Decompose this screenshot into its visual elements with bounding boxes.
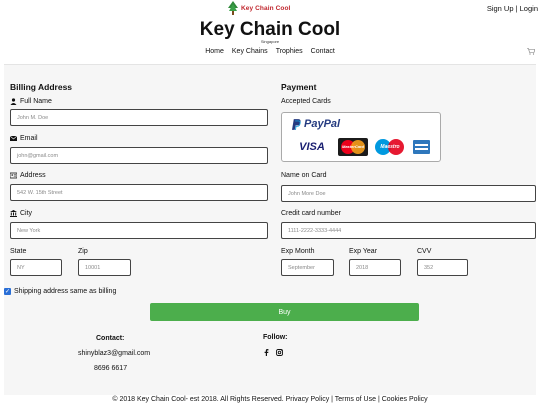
exp-month-input[interactable]: September xyxy=(281,259,334,276)
copyright-text: © 2018 Key Chain Cool- est 2018. All Rig… xyxy=(112,396,428,403)
nav-contact[interactable]: Contact xyxy=(311,48,335,55)
user-icon xyxy=(10,98,17,105)
payment-heading: Payment xyxy=(281,82,317,92)
social-links xyxy=(263,349,283,356)
top-bar: Key Chain Cool Sign Up | Login xyxy=(0,0,540,17)
address-card-icon xyxy=(10,172,17,179)
card-number-label: Credit card number xyxy=(281,210,341,217)
city-input[interactable]: New York xyxy=(10,222,268,239)
brand-name: Key Chain Cool xyxy=(241,4,291,12)
follow-heading: Follow: xyxy=(263,334,288,341)
exp-year-input[interactable]: 2018 xyxy=(349,259,401,276)
cvv-label: CVV xyxy=(417,248,432,255)
instagram-icon[interactable] xyxy=(276,349,283,356)
tree-logo-icon xyxy=(228,1,238,15)
name-on-card-input[interactable]: John More Doe xyxy=(281,185,536,202)
billing-heading: Billing Address xyxy=(10,82,73,92)
mastercard-logo: MasterCard xyxy=(338,138,368,156)
contact-phone: 8696 6617 xyxy=(94,365,128,372)
email-label: Email xyxy=(10,135,38,142)
paypal-logo: PayPal xyxy=(292,118,340,130)
exp-month-label: Exp Month xyxy=(281,248,315,255)
name-on-card-label: Name on Card xyxy=(281,172,327,179)
cvv-input[interactable]: 352 xyxy=(417,259,468,276)
shipping-same-checkbox[interactable]: ✓ Shipping address same as billing xyxy=(4,288,116,295)
address-input[interactable]: 542 W. 15th Street xyxy=(10,184,268,201)
maestro-logo: Maestro xyxy=(374,138,406,156)
email-input[interactable]: john@gmail.com xyxy=(10,147,268,164)
main-nav: Home Key Chains Trophies Contact xyxy=(0,48,540,55)
buy-button[interactable]: Buy xyxy=(150,303,419,321)
zip-label: Zip xyxy=(78,248,88,255)
nav-home[interactable]: Home xyxy=(205,48,224,55)
facebook-icon[interactable] xyxy=(263,349,270,356)
accepted-cards-box: PayPal VISA MasterCard Maestro xyxy=(281,112,441,162)
checkbox-checked-icon[interactable]: ✓ xyxy=(4,288,11,295)
city-label: City xyxy=(10,210,32,217)
nav-key-chains[interactable]: Key Chains xyxy=(232,48,268,55)
envelope-icon xyxy=(10,135,17,141)
zip-input[interactable]: 10001 xyxy=(78,259,131,276)
full-name-label: Full Name xyxy=(10,98,52,105)
accepted-cards-label: Accepted Cards xyxy=(281,98,331,105)
amex-logo xyxy=(413,140,430,154)
institution-icon xyxy=(10,210,17,217)
contact-email[interactable]: shinyblaz3@gmail.com xyxy=(78,350,150,357)
paypal-icon xyxy=(292,118,301,130)
brand-logo[interactable]: Key Chain Cool xyxy=(228,1,290,15)
card-number-input[interactable]: 1111-2222-3333-4444 xyxy=(281,222,536,239)
site-subtitle: Singapore xyxy=(260,39,280,44)
auth-separator: | xyxy=(515,4,518,13)
full-name-input[interactable]: John M. Doe xyxy=(10,109,268,126)
contact-heading: Contact: xyxy=(96,335,125,342)
signup-link[interactable]: Sign Up xyxy=(487,4,514,13)
state-label: State xyxy=(10,248,27,255)
shipping-same-label: Shipping address same as billing xyxy=(14,288,117,295)
state-input[interactable]: NY xyxy=(10,259,62,276)
login-link[interactable]: Login xyxy=(520,4,538,13)
nav-trophies[interactable]: Trophies xyxy=(276,48,303,55)
exp-year-label: Exp Year xyxy=(349,248,378,255)
cart-icon[interactable] xyxy=(527,48,535,55)
address-label: Address xyxy=(10,172,46,179)
visa-logo: VISA xyxy=(299,141,325,153)
auth-links: Sign Up | Login xyxy=(487,4,538,13)
site-title: Key Chain Cool xyxy=(199,19,341,40)
